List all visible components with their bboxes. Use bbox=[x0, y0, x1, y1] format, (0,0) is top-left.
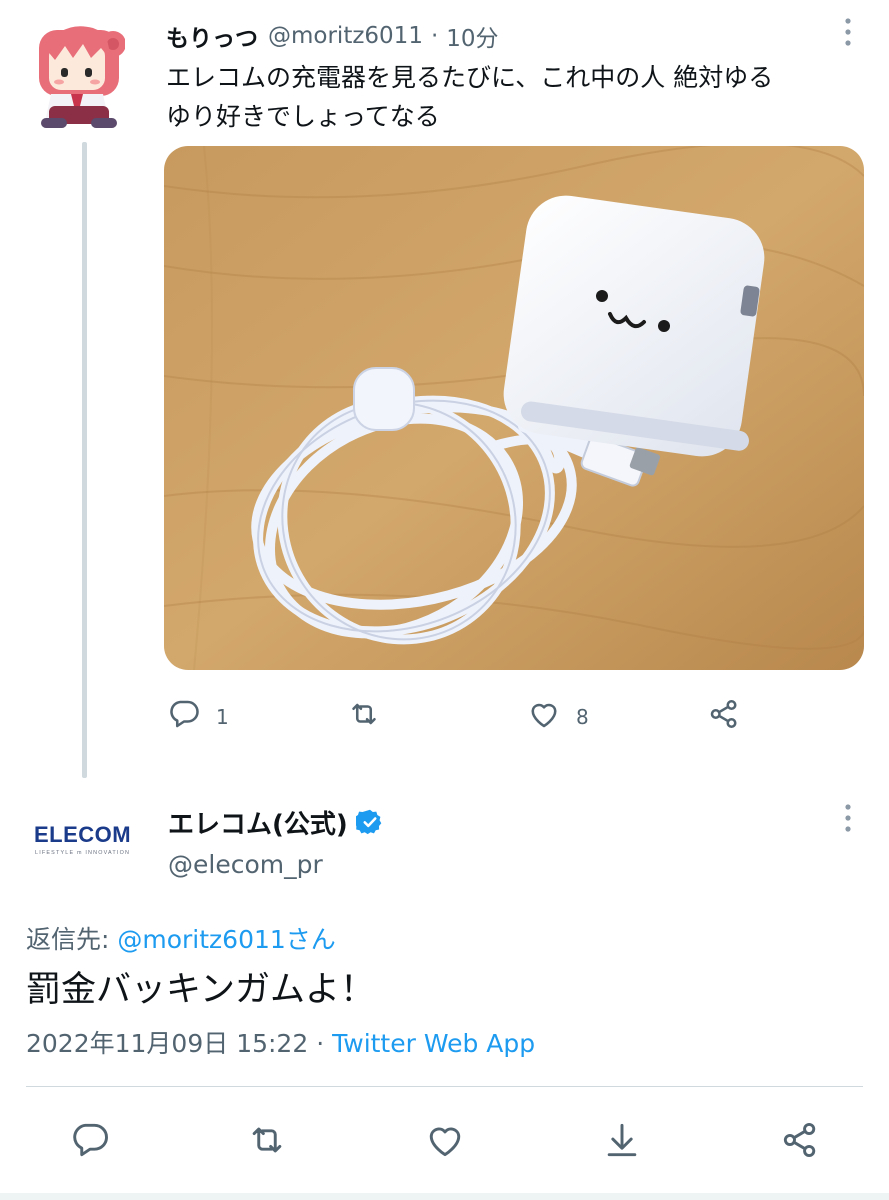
tweet-source-link[interactable]: Twitter Web App bbox=[332, 1029, 535, 1058]
reply-mention-link[interactable]: @moritz6011さん bbox=[117, 925, 335, 954]
verified-badge-icon bbox=[353, 808, 384, 836]
divider bbox=[26, 1086, 863, 1087]
logo-text: ELECOM bbox=[34, 822, 131, 847]
user-handle[interactable]: @moritz6011 bbox=[268, 23, 423, 49]
share-icon bbox=[706, 696, 742, 737]
reply-button[interactable] bbox=[68, 1118, 112, 1162]
reply-button[interactable]: 1 bbox=[166, 696, 229, 737]
display-name-text[interactable]: エレコム(公式) bbox=[168, 804, 348, 841]
user-handle[interactable]: @elecom_pr bbox=[168, 845, 323, 885]
tweet-text: エレコムの充電器を見るたびに、これ中の人 絶対ゆる ゆり好きでしょってなる bbox=[166, 63, 774, 131]
thread-line bbox=[82, 142, 87, 778]
heart-icon bbox=[526, 696, 562, 737]
tweet-text: 罰金バッキンガムよ！ bbox=[26, 970, 375, 1010]
tweet-header: もりっつ @moritz6011 · 10分 bbox=[166, 18, 499, 54]
replying-to: 返信先: @moritz6011さん bbox=[26, 920, 336, 960]
like-count: 8 bbox=[576, 704, 589, 729]
download-icon bbox=[600, 1123, 644, 1166]
reply-count: 1 bbox=[216, 704, 229, 729]
display-name[interactable]: もりっつ bbox=[166, 19, 258, 53]
retweet-button[interactable] bbox=[346, 696, 382, 737]
avatar[interactable] bbox=[33, 14, 126, 132]
reply-icon bbox=[68, 1123, 112, 1166]
reply-label: 返信先: bbox=[26, 925, 118, 954]
tweet-meta: 2022年11月09日 15:22 · Twitter Web App bbox=[26, 1024, 535, 1064]
like-button[interactable]: 8 bbox=[526, 696, 589, 737]
share-icon bbox=[778, 1122, 822, 1166]
tweet-time[interactable]: 10分 bbox=[446, 19, 498, 53]
retweet-button[interactable] bbox=[245, 1118, 289, 1162]
reply-icon bbox=[166, 696, 202, 737]
tweet-photo[interactable] bbox=[164, 146, 864, 670]
retweet-icon bbox=[245, 1127, 289, 1166]
share-button[interactable] bbox=[778, 1118, 822, 1162]
display-name[interactable]: エレコム(公式) bbox=[168, 802, 384, 842]
separator-dot: · bbox=[316, 1029, 325, 1058]
retweet-icon bbox=[346, 696, 382, 737]
separator-dot: · bbox=[430, 23, 439, 49]
tweet-timestamp[interactable]: 2022年11月09日 15:22 bbox=[26, 1029, 308, 1058]
elecom-logo[interactable]: ELECOM LIFESTYLE m INNOVATION bbox=[30, 812, 140, 862]
logo-tagline: LIFESTYLE m INNOVATION bbox=[35, 850, 130, 856]
like-button[interactable] bbox=[423, 1118, 467, 1162]
more-options-icon[interactable] bbox=[838, 16, 858, 48]
bottom-edge bbox=[0, 1193, 889, 1200]
more-options-icon[interactable] bbox=[838, 802, 858, 834]
share-button[interactable] bbox=[706, 696, 742, 737]
heart-icon bbox=[423, 1127, 467, 1166]
bookmark-download-button[interactable] bbox=[600, 1118, 644, 1162]
